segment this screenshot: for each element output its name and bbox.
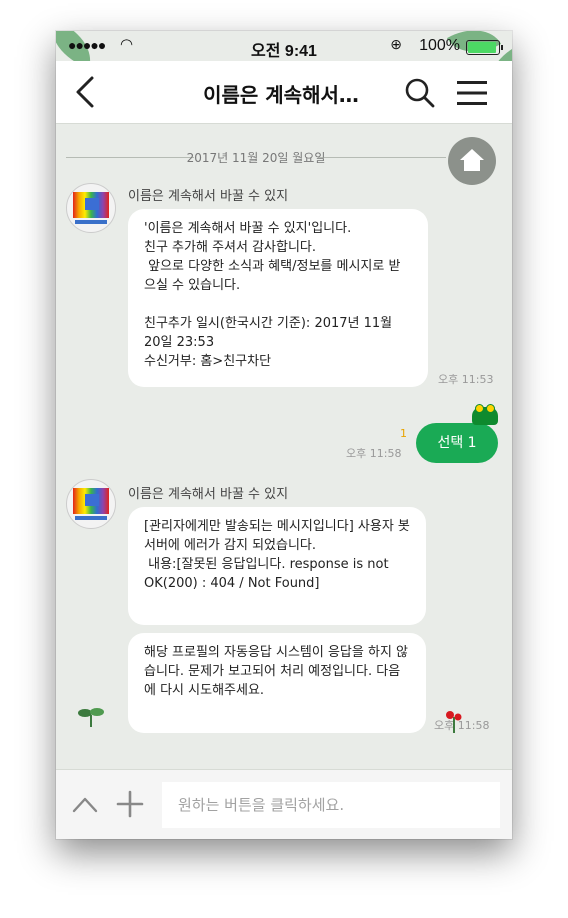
avatar[interactable] (66, 479, 116, 529)
battery-icon (466, 40, 503, 55)
home-icon (460, 149, 484, 171)
message-bubble: [관리자에게만 발송되는 메시지입니다] 사용자 봇서버에 에러가 감지 되었습… (128, 507, 426, 625)
message-time: 오후 11:53 (438, 373, 494, 386)
chat-title: 이름은 계속해서… (203, 83, 359, 107)
date-label: 2017년 11월 20일 월요일 (186, 151, 326, 165)
search-icon[interactable] (404, 77, 436, 109)
frog-sticker-icon (472, 404, 498, 425)
battery-percent: 100% (419, 37, 460, 54)
input-bar (56, 769, 512, 839)
sender-name: 이름은 계속해서 바꿀 수 있지 (128, 487, 289, 502)
chevron-up-icon[interactable] (72, 794, 98, 814)
back-icon[interactable] (70, 75, 100, 109)
read-count: 1 (400, 427, 407, 440)
message-bubble: 해당 프로필의 자동응답 시스템이 응답을 하지 않습니다. 문제가 보고되어 … (128, 633, 426, 733)
message-time: 오후 11:58 (346, 447, 402, 460)
menu-icon[interactable] (456, 79, 488, 107)
chat-header: 이름은 계속해서… (56, 61, 512, 124)
my-message-bubble: 선택 1 (416, 423, 498, 463)
date-separator: 2017년 11월 20일 월요일 (66, 149, 446, 165)
message-input[interactable] (162, 782, 500, 828)
home-button[interactable] (448, 137, 496, 185)
rotation-lock-icon: ⊕ (390, 36, 402, 52)
avatar[interactable] (66, 183, 116, 233)
flower-icon (446, 711, 462, 733)
sprout-icon (78, 708, 104, 727)
message-bubble: '이름은 계속해서 바꿀 수 있지'입니다. 친구 추가해 주셔서 감사합니다.… (128, 209, 428, 387)
phone-screen: ●●●●● ◠ 오전 9:41 ⊕ 100% 이름은 계속해서… 2017년 1… (56, 31, 512, 839)
sender-name: 이름은 계속해서 바꿀 수 있지 (128, 189, 289, 204)
status-bar: ●●●●● ◠ 오전 9:41 ⊕ 100% (56, 31, 512, 61)
plus-icon[interactable] (116, 790, 144, 818)
